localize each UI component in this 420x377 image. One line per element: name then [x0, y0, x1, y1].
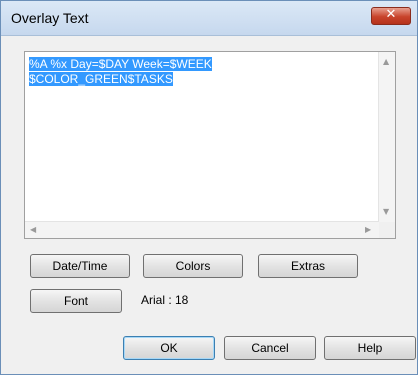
scroll-right-arrow-icon[interactable]: ▶ [365, 226, 371, 234]
scroll-down-arrow-icon[interactable]: ▼ [383, 208, 389, 216]
editor-content: %A %x Day=$DAY Week=$WEEK $COLOR_GREEN$T… [29, 57, 212, 87]
font-info-label: Arial : 18 [141, 293, 189, 307]
datetime-button[interactable]: Date/Time [30, 254, 130, 278]
editor-line: $COLOR_GREEN$TASKS [29, 72, 173, 86]
scrollbar-corner [379, 222, 395, 238]
title-bar: Overlay Text ✕ [1, 1, 417, 36]
editor-line: %A %x Day=$DAY Week=$WEEK [29, 57, 212, 71]
cancel-button[interactable]: Cancel [224, 336, 316, 360]
window-title: Overlay Text [11, 10, 89, 26]
scroll-up-arrow-icon[interactable]: ▲ [383, 58, 389, 66]
overlay-text-editor[interactable]: %A %x Day=$DAY Week=$WEEK $COLOR_GREEN$T… [24, 51, 396, 239]
ok-button[interactable]: OK [123, 336, 215, 360]
horizontal-scrollbar[interactable]: ◀ ▶ [25, 221, 379, 238]
scroll-left-arrow-icon[interactable]: ◀ [30, 226, 36, 234]
close-icon: ✕ [385, 7, 397, 22]
close-button[interactable]: ✕ [371, 7, 411, 25]
extras-button[interactable]: Extras [258, 254, 358, 278]
font-button[interactable]: Font [30, 289, 122, 313]
vertical-scrollbar[interactable]: ▲ ▼ [378, 52, 395, 222]
overlay-text-dialog: Overlay Text ✕ %A %x Day=$DAY Week=$WEEK… [0, 0, 418, 375]
help-button[interactable]: Help [324, 336, 416, 360]
colors-button[interactable]: Colors [143, 254, 243, 278]
